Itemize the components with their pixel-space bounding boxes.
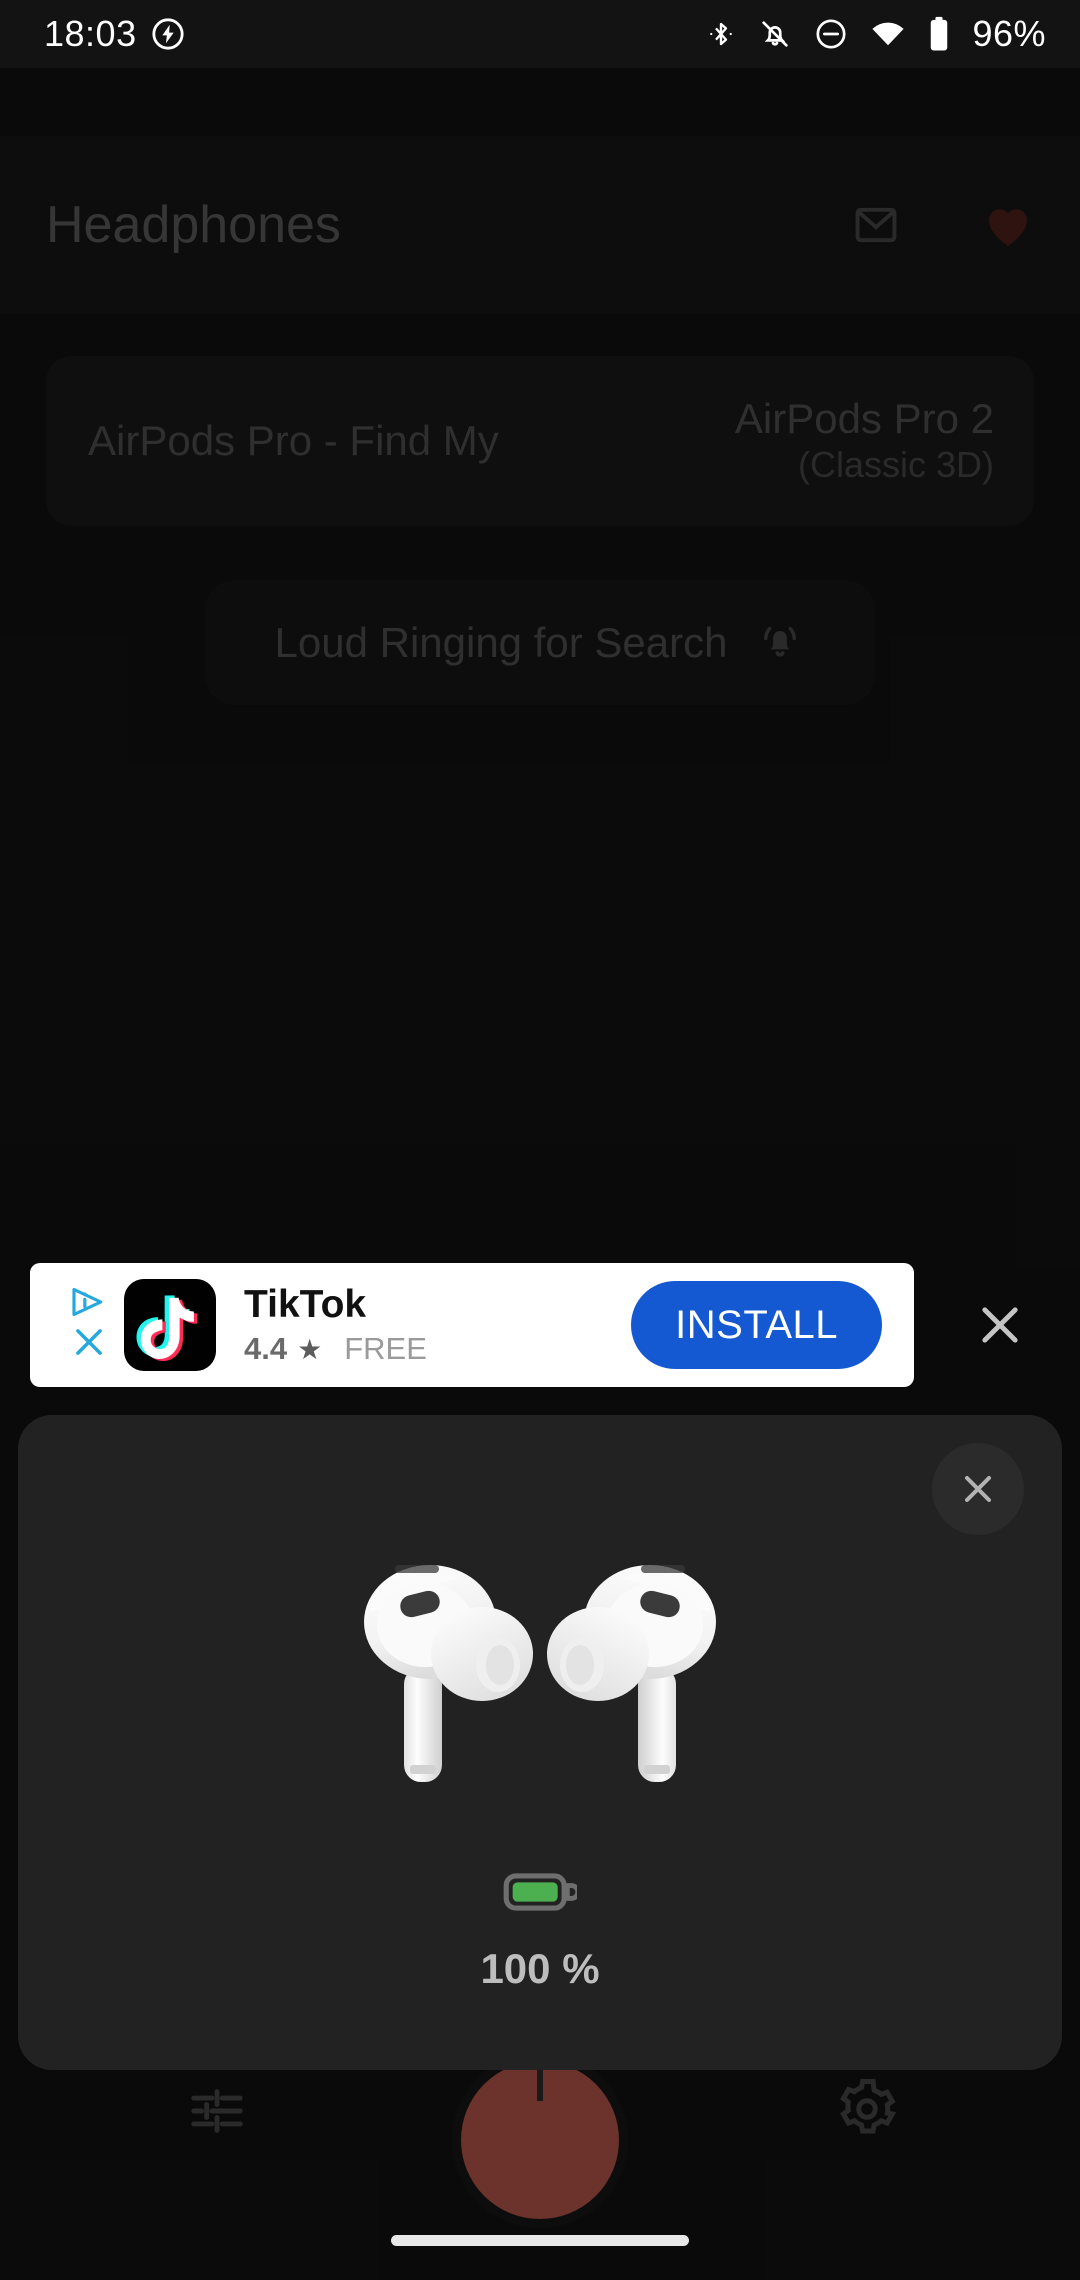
close-icon[interactable]	[958, 1283, 1042, 1367]
battery-percent: 96%	[972, 13, 1046, 54]
ad-text-block: TikTok 4.4 ★ FREE	[244, 1283, 427, 1368]
ad-rating: 4.4	[244, 1331, 288, 1367]
battery-icon	[928, 16, 950, 52]
battery-full-icon	[503, 1870, 581, 1919]
tiktok-logo	[124, 1279, 216, 1371]
ad-card[interactable]: TikTok 4.4 ★ FREE INSTALL	[30, 1263, 914, 1387]
close-icon[interactable]	[932, 1443, 1024, 1535]
ad-subline: 4.4 ★ FREE	[244, 1331, 427, 1367]
status-bar-left: 18:03	[44, 13, 185, 55]
do-not-disturb-icon	[814, 17, 848, 51]
ad-app-name: TikTok	[244, 1282, 367, 1326]
battery-row	[18, 1870, 1062, 1919]
airpods-status-sheet: 100 %	[18, 1415, 1062, 2070]
record-fab[interactable]	[452, 2052, 628, 2228]
adchoices-icon[interactable]	[68, 1285, 110, 1367]
install-button[interactable]: INSTALL	[631, 1281, 882, 1369]
bluetooth-icon	[706, 17, 736, 51]
home-gesture-bar[interactable]	[391, 2235, 689, 2246]
clock: 18:03	[44, 13, 137, 54]
ad-banner: TikTok 4.4 ★ FREE INSTALL	[0, 1263, 1080, 1387]
status-bar-right: 96%	[706, 13, 1046, 55]
phone-screen: Headphones AirPods Pro - Find My Ai	[0, 0, 1080, 2280]
star-icon: ★	[297, 1333, 323, 1365]
wifi-icon	[870, 19, 906, 49]
status-bar: 18:03 96%	[0, 0, 1080, 68]
airpods-pro-2-image	[364, 1565, 716, 1782]
battery-percent-label: 100 %	[480, 1945, 600, 1992]
notifications-muted-icon	[758, 17, 792, 51]
charging-bolt-icon	[151, 17, 185, 51]
ad-price: FREE	[344, 1331, 427, 1367]
